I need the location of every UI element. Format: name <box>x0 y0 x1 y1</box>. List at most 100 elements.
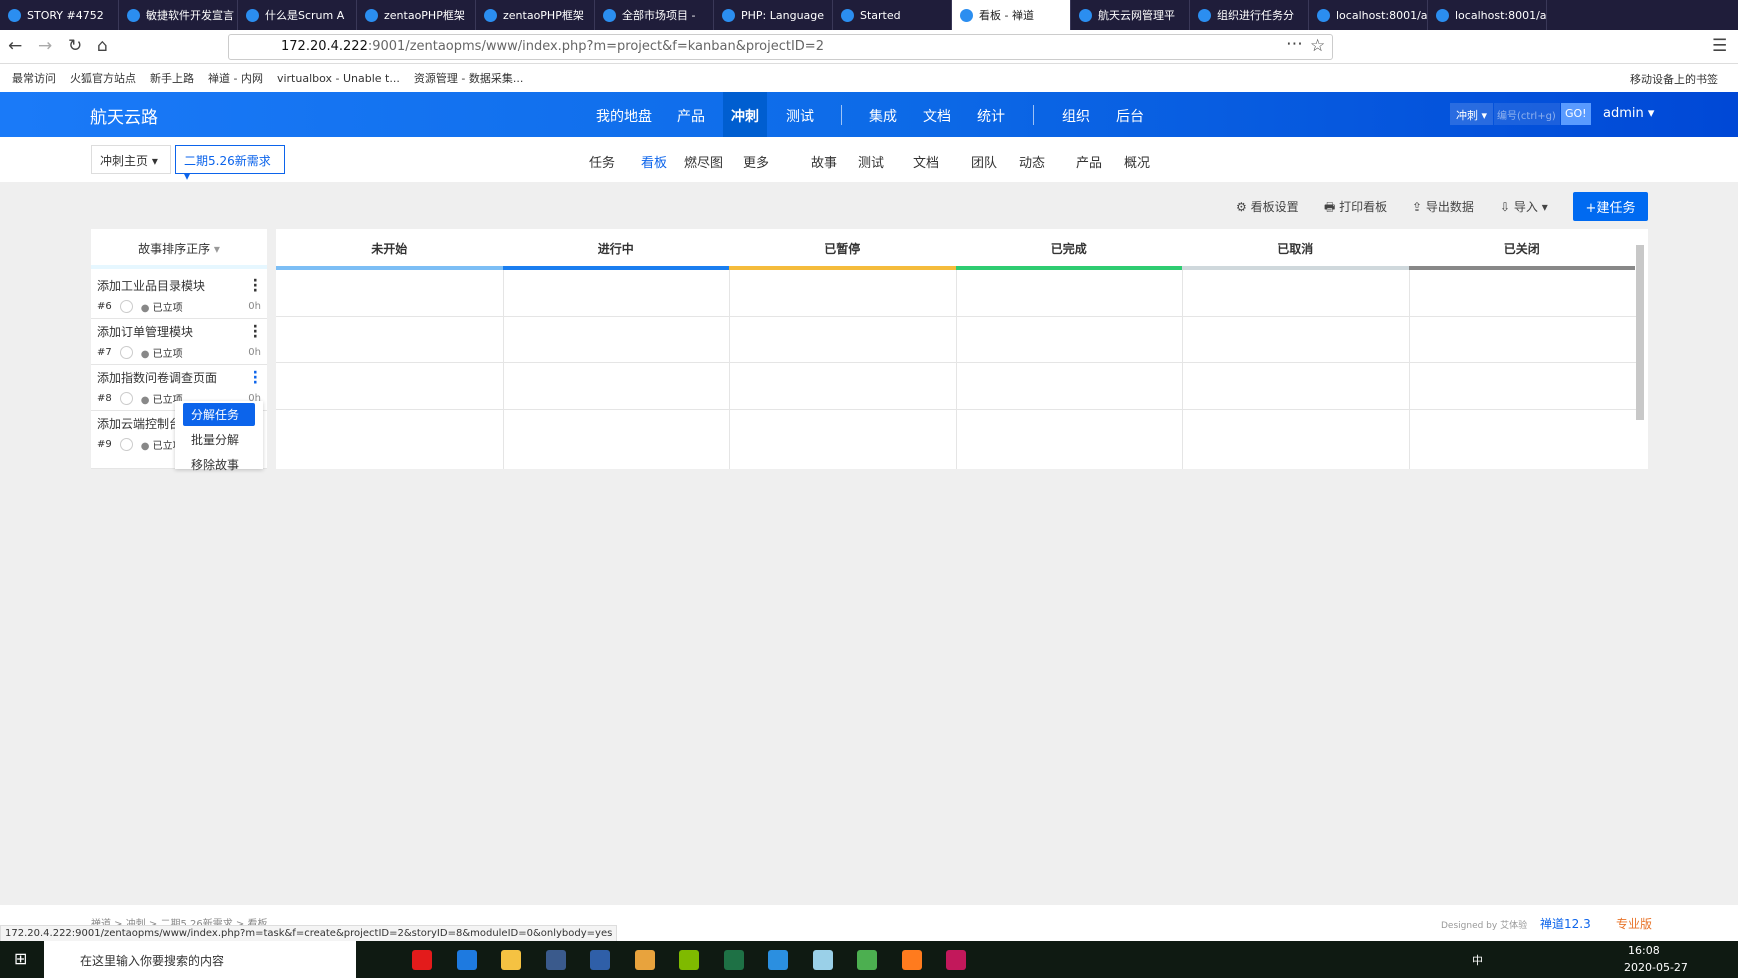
browser-tab[interactable]: 全部市场项目 - <box>595 0 714 30</box>
story-card[interactable]: 添加订单管理模块 #7 ● 已立项 0h · · · <box>91 319 267 365</box>
taskbar-app-icon[interactable] <box>679 950 699 970</box>
app-logo[interactable]: 航天云路 <box>90 103 158 128</box>
subnav-item[interactable]: 故事 <box>811 152 837 171</box>
back-icon[interactable]: ← <box>8 36 22 56</box>
browser-tab[interactable]: zentaoPHP框架 <box>476 0 595 30</box>
kanban-settings-button[interactable]: ⚙ 看板设置 <box>1236 198 1299 215</box>
print-kanban-button[interactable]: 🖶 打印看板 <box>1324 198 1387 219</box>
nav-sprint[interactable]: 冲刺 <box>723 92 767 137</box>
taskbar-app-icon[interactable] <box>501 950 521 970</box>
browser-tab[interactable]: 什么是Scrum A <box>238 0 357 30</box>
story-sort-dropdown[interactable]: 故事排序正序 ▾ <box>91 229 267 269</box>
story-assign-icon[interactable] <box>119 346 133 359</box>
story-title[interactable]: 添加订单管理模块 <box>97 323 261 340</box>
taskbar-app-icon[interactable] <box>946 950 966 970</box>
taskbar-app-icon[interactable] <box>634 950 655 970</box>
sprint-home-dropdown[interactable]: 冲刺主页 ▾ <box>91 145 171 174</box>
story-assign-icon[interactable] <box>119 392 133 405</box>
subnav-item[interactable]: 文档 <box>913 152 939 171</box>
bookmark-item[interactable]: 最常访问 <box>12 70 56 86</box>
bookmark-star-icon[interactable]: ☆ <box>1310 36 1325 56</box>
menu-item-batch-split[interactable]: 批量分解 <box>183 428 255 451</box>
subnav-item[interactable]: 测试 <box>858 152 884 171</box>
subnav-item[interactable]: 动态 <box>1019 152 1045 171</box>
browser-tab[interactable]: 敏捷软件开发宣言 <box>119 0 238 30</box>
subnav-item[interactable]: 概况 <box>1124 152 1150 171</box>
browser-tab[interactable]: STORY #4752 <box>0 0 119 30</box>
nav-stats[interactable]: 统计 <box>977 106 1005 126</box>
more-actions-icon[interactable]: · · · <box>253 274 258 298</box>
new-task-button[interactable]: +建任务 <box>1573 192 1648 221</box>
search-type-label: 冲刺 <box>1456 109 1478 122</box>
browser-tab[interactable]: 组织进行任务分 <box>1190 0 1309 30</box>
user-menu[interactable]: admin ▾ <box>1603 106 1654 121</box>
more-actions-icon[interactable]: · · · <box>253 366 258 390</box>
nav-admin[interactable]: 后台 <box>1116 106 1144 126</box>
taskbar-app-icon[interactable] <box>768 950 788 970</box>
taskbar-app-icon[interactable] <box>901 950 922 970</box>
nav-product[interactable]: 产品 <box>677 106 705 126</box>
board-scrollbar[interactable] <box>1636 245 1644 420</box>
more-icon[interactable]: ⋯ <box>1286 34 1303 54</box>
version-link[interactable]: 禅道12.3 <box>1540 915 1591 932</box>
bookmark-item[interactable]: 新手上路 <box>150 70 194 86</box>
bookmark-item[interactable]: 火狐官方站点 <box>70 70 136 86</box>
story-title[interactable]: 添加工业品目录模块 <box>97 277 261 294</box>
subnav-item[interactable]: 更多 <box>743 152 769 171</box>
search-input[interactable]: 编号(ctrl+g) <box>1494 103 1560 125</box>
subnav-item[interactable]: 团队 <box>971 152 997 171</box>
browser-tab[interactable]: 航天云网管理平 <box>1071 0 1190 30</box>
subnav-item[interactable]: 看板 <box>641 152 667 171</box>
taskbar-app-icon[interactable] <box>456 950 477 970</box>
more-actions-icon[interactable]: · · · <box>253 320 258 344</box>
project-dropdown[interactable]: 二期5.26新需求 ▾ <box>175 145 285 183</box>
taskbar-app-icon[interactable] <box>545 950 566 970</box>
taskbar-app-icon[interactable] <box>812 950 833 970</box>
browser-tab[interactable]: localhost:8001/api <box>1309 0 1428 30</box>
browser-tab[interactable]: zentaoPHP框架 <box>357 0 476 30</box>
subnav-item[interactable]: 燃尽图 <box>684 152 723 171</box>
taskbar-app-icon[interactable] <box>857 950 877 970</box>
subnav-item[interactable]: 任务 <box>589 152 615 171</box>
taskbar-app-icon[interactable] <box>723 950 744 970</box>
mobile-bookmarks[interactable]: 移动设备上的书签 <box>1630 71 1718 87</box>
menu-icon[interactable]: ☰ <box>1712 36 1727 56</box>
bookmark-item[interactable]: 资源管理 - 数据采集... <box>414 70 523 86</box>
home-icon[interactable]: ⌂ <box>97 36 108 56</box>
browser-tab[interactable]: Started <box>833 0 952 30</box>
menu-item-remove-story[interactable]: 移除故事 <box>183 453 255 476</box>
story-card[interactable]: 添加工业品目录模块 #6 ● 已立项 0h · · · <box>91 273 267 319</box>
browser-tab[interactable]: 看板 - 禅道 <box>952 0 1071 30</box>
nav-org[interactable]: 组织 <box>1062 106 1090 126</box>
nav-ci[interactable]: 集成 <box>869 106 897 126</box>
story-assign-icon[interactable] <box>119 300 133 313</box>
edition-link[interactable]: 专业版 <box>1616 915 1652 932</box>
go-button[interactable]: GO! <box>1561 103 1591 125</box>
ime-indicator[interactable]: 中 <box>1472 952 1483 968</box>
search-type-select[interactable]: 冲刺 ▾ <box>1450 103 1494 125</box>
url-input[interactable]: 172.20.4.222:9001/zentaopms/www/index.ph… <box>228 34 1333 60</box>
forward-icon[interactable]: → <box>38 36 52 56</box>
windows-start-icon[interactable]: ⊞ <box>14 949 27 968</box>
bookmark-item[interactable]: virtualbox - Unable t... <box>277 72 400 85</box>
import-button[interactable]: ⇩ 导入 ▾ <box>1500 198 1548 215</box>
story-title[interactable]: 添加指数问卷调查页面 <box>97 369 261 386</box>
nav-my[interactable]: 我的地盘 <box>596 106 652 126</box>
export-button[interactable]: ⇪ 导出数据 <box>1412 198 1474 215</box>
clock-time[interactable]: 16:08 <box>1628 944 1660 957</box>
taskbar-search-input[interactable]: 在这里输入你要搜索的内容 <box>44 941 356 978</box>
nav-test[interactable]: 测试 <box>786 106 814 126</box>
story-id: #8 <box>97 393 112 404</box>
bookmark-item[interactable]: 禅道 - 内网 <box>208 70 263 86</box>
nav-doc[interactable]: 文档 <box>923 106 951 126</box>
subnav-item[interactable]: 产品 <box>1076 152 1102 171</box>
browser-tab[interactable]: localhost:8001/api/ <box>1428 0 1547 30</box>
taskbar-app-icon[interactable] <box>590 950 610 970</box>
clock-date[interactable]: 2020-05-27 <box>1624 961 1688 974</box>
kanban-board: 未开始 进行中 已暂停 已完成 已取消 已关闭 <box>276 229 1648 469</box>
menu-item-split-task[interactable]: 分解任务 <box>183 403 255 426</box>
browser-tab[interactable]: PHP: Language <box>714 0 833 30</box>
taskbar-app-icon[interactable] <box>412 950 432 970</box>
story-assign-icon[interactable] <box>119 438 133 451</box>
reload-icon[interactable]: ↻ <box>68 36 82 56</box>
